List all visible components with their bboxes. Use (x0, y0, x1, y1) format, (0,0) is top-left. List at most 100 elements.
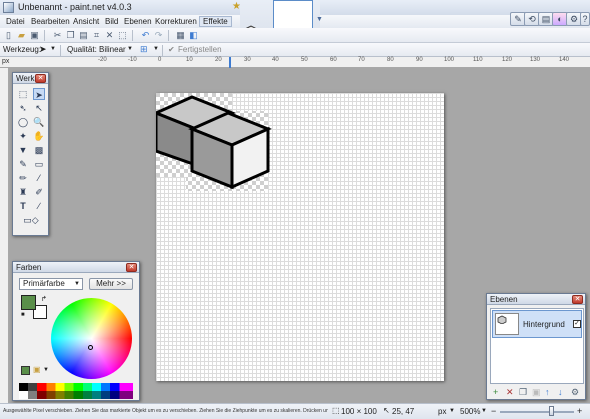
reset-colors-icon[interactable]: ■ (21, 312, 25, 318)
menu-bild[interactable]: Bild (105, 17, 118, 26)
quality-dropdown-icon[interactable]: ▼ (127, 46, 133, 52)
layer-visibility-checkbox[interactable]: ✓ (573, 320, 581, 328)
app-icon (3, 2, 14, 13)
move-layer-up-icon[interactable]: ↑ (545, 387, 550, 397)
deselect-icon[interactable]: ✕ (104, 30, 115, 41)
grid-icon[interactable]: ▦ (175, 30, 186, 41)
tool-options-bar: Werkzeug: ➤ ▼ Qualität: Bilinear ▼ ⊞ ▼ ✔… (0, 43, 590, 57)
zoom-slider-thumb[interactable] (549, 406, 554, 416)
layer-properties-icon[interactable]: ⚙ (571, 387, 579, 398)
move-selection-icon[interactable]: ➤ (33, 88, 45, 100)
tool-label: Werkzeug: (3, 45, 42, 54)
more-colors-button[interactable]: Mehr >> (89, 278, 133, 290)
image-size: 100 × 100 (341, 407, 377, 416)
image-canvas[interactable] (156, 93, 444, 381)
menu-datei[interactable]: Datei (6, 17, 25, 26)
color-mode-value: Primärfarbe (23, 279, 65, 288)
selection-mode-icon[interactable]: ⊞ (140, 44, 148, 55)
ruler-tick: 120 (502, 57, 513, 63)
ruler-cursor-marker (229, 57, 231, 68)
color-mode-dropdown-icon: ▼ (74, 281, 80, 287)
move-layer-down-icon[interactable]: ↓ (558, 387, 563, 397)
redo-icon[interactable]: ↷ (153, 30, 164, 41)
ruler-tick: 130 (530, 57, 541, 63)
layer-row[interactable]: Hintergrund ✓ (492, 310, 582, 338)
tools-window: Werk... ✕ ⬚ ➤ ➴ ↖ ◯ 🔍 ✦ ✋ ▼ ▩ ✎ ▭ ✏ ⁄ ♜ … (12, 72, 49, 236)
copy-icon[interactable]: ❐ (65, 30, 76, 41)
merge-layer-icon[interactable]: ▣ (532, 387, 541, 398)
lasso-icon[interactable]: ➴ (17, 102, 29, 114)
zoom-value[interactable]: 500% (460, 407, 480, 416)
shapes-icon[interactable]: ▭◇ (17, 214, 45, 226)
palette-menu-icon[interactable]: ▣ (33, 365, 41, 374)
ellipse-select-icon[interactable]: ◯ (17, 116, 29, 128)
ruler-tick: 110 (473, 57, 483, 63)
status-hint: Ausgewählte Pixel verschieben. Ziehen Si… (3, 408, 328, 414)
ruler-icon[interactable]: ◧ (188, 30, 199, 41)
open-folder-icon[interactable]: ▰ (16, 30, 27, 41)
move-tool-icon[interactable]: ➤ (39, 44, 47, 55)
menu-ebenen[interactable]: Ebenen (124, 17, 152, 26)
right-tool-icons: ✎ ⟲ ▤ ◐ ⚙ ? (510, 12, 590, 26)
primary-color-swatch[interactable] (21, 295, 36, 310)
menu-korrekturen[interactable]: Korrekturen (155, 17, 197, 26)
tabs-dropdown-icon[interactable]: ▼ (316, 16, 323, 23)
menu-ansicht[interactable]: Ansicht (73, 17, 99, 26)
rect-select-icon[interactable]: ⬚ (17, 88, 29, 100)
zoom-dropdown-icon[interactable]: ▼ (481, 408, 487, 414)
color-picker-icon[interactable]: ⁄ (33, 172, 45, 184)
magic-wand-icon[interactable]: ✦ (17, 130, 29, 142)
eraser-icon[interactable]: ▭ (33, 158, 45, 170)
color-mode-select[interactable]: Primärfarbe ▼ (19, 278, 83, 290)
finish-button[interactable]: Fertigstellen (178, 45, 222, 54)
clone-stamp-icon[interactable]: ♜ (17, 186, 29, 198)
undo-icon[interactable]: ↶ (140, 30, 151, 41)
menu-bearbeiten[interactable]: Bearbeiten (31, 17, 70, 26)
paste-icon[interactable]: ▤ (78, 30, 89, 41)
unit-dropdown-icon[interactable]: ▼ (449, 408, 455, 414)
ruler-tick: 10 (186, 57, 193, 63)
new-image-icon[interactable]: ▯ (3, 30, 14, 41)
layers-window-title-text: Ebenen (490, 295, 518, 304)
recolor-icon[interactable]: ✐ (33, 186, 45, 198)
line-icon[interactable]: ∕ (33, 200, 45, 212)
tool-dropdown-icon[interactable]: ▼ (50, 46, 56, 52)
pencil-icon[interactable]: ✏ (17, 172, 29, 184)
delete-layer-icon[interactable]: ✕ (506, 387, 514, 398)
cut-icon[interactable]: ✂ (52, 30, 63, 41)
layers-list: Hintergrund ✓ (490, 308, 584, 384)
color-wheel[interactable] (51, 298, 132, 379)
move-pixels-icon[interactable]: ↖ (33, 102, 45, 114)
pan-icon[interactable]: ✋ (33, 130, 45, 142)
selection-mode-dropdown-icon[interactable]: ▼ (153, 46, 159, 52)
ruler-tick: 40 (272, 57, 279, 63)
paint-bucket-icon[interactable]: ▼ (17, 144, 29, 156)
zoom-slider-track[interactable] (500, 411, 574, 413)
quality-select[interactable]: Bilinear (99, 45, 126, 54)
zoom-in-icon[interactable]: + (577, 406, 582, 416)
text-icon[interactable]: T (17, 200, 29, 212)
status-bar: Ausgewählte Pixel verschieben. Ziehen Si… (0, 403, 590, 419)
unit-select[interactable]: px (438, 407, 446, 416)
palette-row-1[interactable] (19, 383, 133, 391)
color-wheel-cursor[interactable] (88, 345, 93, 350)
select-all-icon[interactable]: ⬚ (117, 30, 128, 41)
swap-colors-icon[interactable]: ↱ (41, 295, 47, 303)
help-icon[interactable]: ? (580, 12, 590, 26)
tools-close-button[interactable]: ✕ (35, 74, 46, 83)
menu-effekte[interactable]: Effekte (199, 16, 232, 27)
gradient-icon[interactable]: ▩ (33, 144, 45, 156)
palette-row-2[interactable] (19, 391, 133, 399)
crop-icon[interactable]: ⌗ (91, 30, 102, 41)
add-layer-icon[interactable]: + (493, 387, 498, 397)
duplicate-layer-icon[interactable]: ❐ (519, 387, 527, 398)
colors-close-button[interactable]: ✕ (126, 263, 137, 272)
paintbrush-icon[interactable]: ✎ (17, 158, 29, 170)
finish-icon[interactable]: ✔ (168, 45, 175, 54)
zoom-out-icon[interactable]: − (491, 406, 496, 416)
palette-dropdown-icon[interactable]: ▼ (43, 367, 49, 373)
ruler-tick: 50 (301, 57, 308, 63)
layers-close-button[interactable]: ✕ (572, 295, 583, 304)
save-icon[interactable]: ▣ (29, 30, 40, 41)
zoom-icon[interactable]: 🔍 (33, 116, 45, 128)
